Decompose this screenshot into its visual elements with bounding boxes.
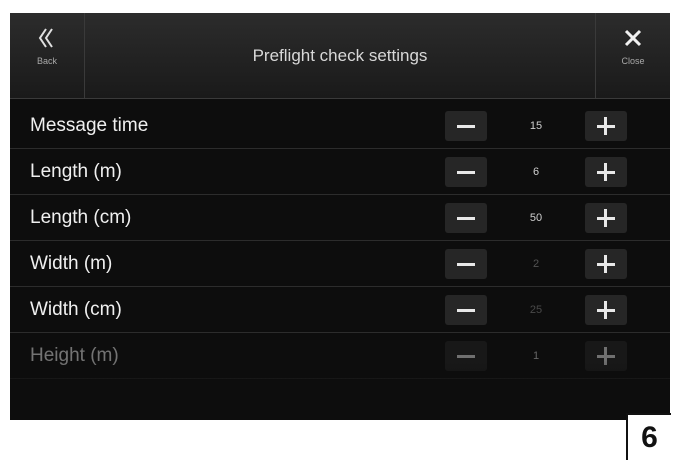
page-number: 6 bbox=[626, 413, 671, 460]
setting-value: 15 bbox=[529, 120, 543, 132]
decrement-button[interactable] bbox=[445, 203, 487, 233]
page-title: Preflight check settings bbox=[252, 46, 428, 65]
increment-button[interactable] bbox=[585, 157, 627, 187]
setting-row-length-cm: Length (cm) 50 bbox=[10, 195, 670, 241]
setting-label: Width (m) bbox=[30, 253, 113, 274]
height-m-stepper: 1 bbox=[445, 341, 635, 371]
minus-icon bbox=[457, 171, 475, 174]
length-m-stepper: 6 bbox=[445, 157, 635, 187]
minus-icon bbox=[457, 263, 475, 266]
decrement-button[interactable] bbox=[445, 295, 487, 325]
double-chevron-left-icon bbox=[38, 28, 53, 48]
minus-icon bbox=[457, 355, 475, 358]
setting-label: Width (cm) bbox=[30, 299, 122, 320]
back-label: Back bbox=[36, 56, 57, 66]
device-screen: Back Preflight check settings Close Mess… bbox=[10, 13, 670, 420]
minus-icon bbox=[457, 125, 475, 128]
close-label: Close bbox=[621, 56, 645, 66]
decrement-button[interactable] bbox=[445, 111, 487, 141]
width-cm-stepper: 25 bbox=[445, 295, 635, 325]
setting-value: 1 bbox=[532, 350, 540, 362]
setting-value: 2 bbox=[532, 258, 540, 270]
decrement-button[interactable] bbox=[445, 341, 487, 371]
message-time-stepper: 15 bbox=[445, 111, 635, 141]
increment-button[interactable] bbox=[585, 295, 627, 325]
increment-button[interactable] bbox=[585, 341, 627, 371]
setting-label: Length (m) bbox=[30, 161, 122, 182]
close-button[interactable]: Close bbox=[595, 13, 670, 98]
setting-row-width-cm: Width (cm) 25 bbox=[10, 287, 670, 333]
setting-row-length-m: Length (m) 6 bbox=[10, 149, 670, 195]
setting-value: 25 bbox=[529, 304, 543, 316]
decrement-button[interactable] bbox=[445, 249, 487, 279]
setting-row-height-m: Height (m) 1 bbox=[10, 333, 670, 379]
width-m-stepper: 2 bbox=[445, 249, 635, 279]
back-button[interactable]: Back bbox=[10, 13, 85, 98]
close-icon bbox=[624, 29, 642, 47]
header-bar: Back Preflight check settings Close bbox=[10, 13, 670, 99]
increment-button[interactable] bbox=[585, 203, 627, 233]
setting-row-width-m: Width (m) 2 bbox=[10, 241, 670, 287]
setting-label: Length (cm) bbox=[30, 207, 132, 228]
setting-label: Height (m) bbox=[30, 345, 119, 366]
setting-value: 50 bbox=[529, 212, 543, 224]
minus-icon bbox=[457, 309, 475, 312]
setting-row-message-time: Message time 15 bbox=[10, 103, 670, 149]
decrement-button[interactable] bbox=[445, 157, 487, 187]
settings-list: Message time 15 Length (m) 6 Length (cm)… bbox=[10, 103, 670, 379]
increment-button[interactable] bbox=[585, 249, 627, 279]
setting-label: Message time bbox=[30, 115, 149, 136]
increment-button[interactable] bbox=[585, 111, 627, 141]
minus-icon bbox=[457, 217, 475, 220]
length-cm-stepper: 50 bbox=[445, 203, 635, 233]
setting-value: 6 bbox=[532, 166, 540, 178]
